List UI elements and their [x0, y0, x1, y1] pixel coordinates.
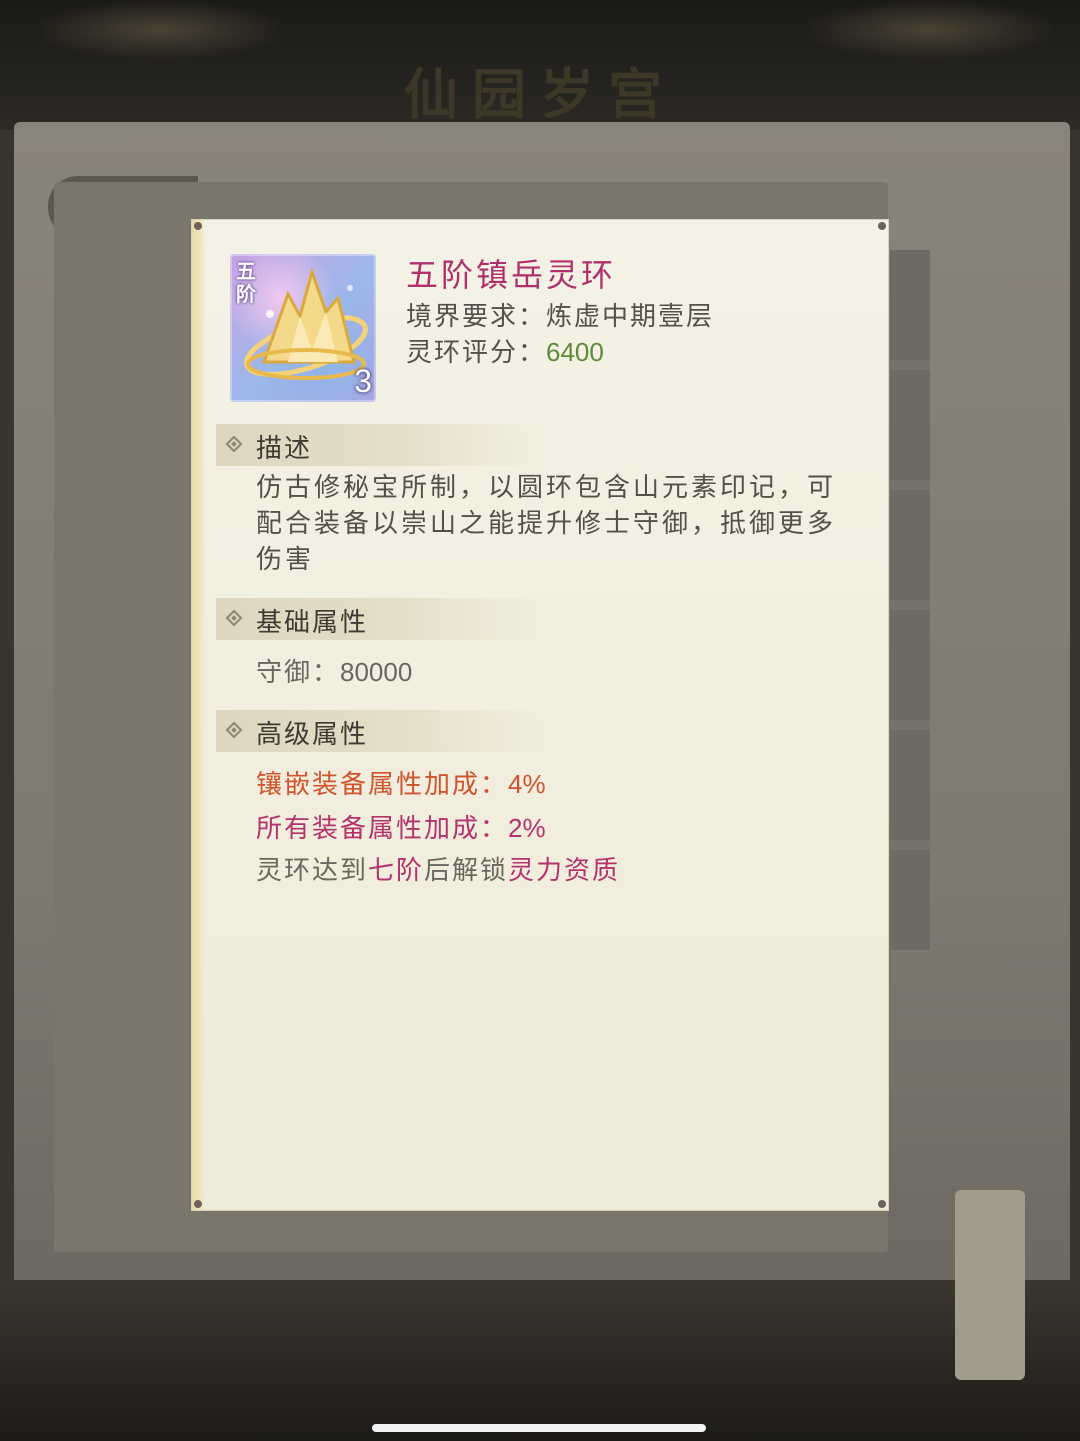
unlock-middle: 后解锁 [424, 856, 509, 886]
background-side-column [890, 250, 930, 950]
diamond-bullet-icon [225, 721, 243, 739]
stat-label: 守御： [256, 658, 341, 688]
stat-label: 镶嵌装备属性加成： [256, 770, 509, 800]
section-title: 描述 [256, 434, 313, 464]
item-tooltip-card: 五阶 3 五阶镇岳灵环 境界要求：炼虚中期壹层 灵环评分：6400 描述 仿古修… [192, 220, 888, 1210]
corner-dot [194, 222, 202, 230]
realm-requirement: 境界要求：炼虚中期壹层 [406, 296, 714, 333]
section-title: 基础属性 [256, 608, 369, 638]
tier-badge: 五阶 [236, 259, 256, 306]
stat-label: 所有装备属性加成： [256, 814, 509, 844]
ring-score: 灵环评分：6400 [406, 332, 604, 369]
score-value: 6400 [546, 337, 604, 367]
advanced-stat-inlay-bonus: 镶嵌装备属性加成：4% [256, 764, 546, 801]
stat-value: 80000 [340, 657, 413, 687]
score-label: 灵环评分： [406, 338, 547, 368]
unlock-prefix: 灵环达到 [256, 856, 369, 886]
item-description: 仿古修秘宝所制，以圆环包含山元素印记，可配合装备以崇山之能提升修士守御，抵御更多… [256, 473, 837, 575]
section-header-base-attributes: 基础属性 [216, 598, 546, 640]
background-title: 仙园岁宫 [404, 62, 676, 126]
unlock-hint: 灵环达到七阶后解锁灵力资质 [256, 850, 620, 887]
diamond-bullet-icon [225, 609, 243, 627]
stat-value: 2% [508, 813, 546, 843]
corner-dot [878, 1200, 886, 1208]
requirement-value: 炼虚中期壹层 [546, 302, 715, 332]
section-header-description: 描述 [216, 424, 546, 466]
mountain-ring-icon: 五阶 3 [230, 254, 376, 402]
stat-value: 4% [508, 769, 546, 799]
item-count: 3 [354, 363, 372, 399]
advanced-stat-all-equipment-bonus: 所有装备属性加成：2% [256, 808, 546, 845]
home-indicator[interactable] [372, 1424, 706, 1432]
section-header-advanced-attributes: 高级属性 [216, 710, 546, 752]
corner-dot [194, 1200, 202, 1208]
diamond-bullet-icon [225, 435, 243, 453]
item-name: 五阶镇岳灵环 [406, 256, 617, 294]
requirement-label: 境界要求： [406, 302, 547, 332]
unlock-tier: 七阶 [368, 856, 425, 886]
section-title: 高级属性 [256, 720, 369, 750]
corner-dot [878, 222, 886, 230]
base-stat-defense: 守御：80000 [256, 652, 412, 689]
background-scroll-decoration [955, 1190, 1025, 1380]
unlock-target: 灵力资质 [508, 856, 621, 886]
card-edge-decoration [192, 220, 206, 1210]
background-footer [0, 1280, 1080, 1441]
